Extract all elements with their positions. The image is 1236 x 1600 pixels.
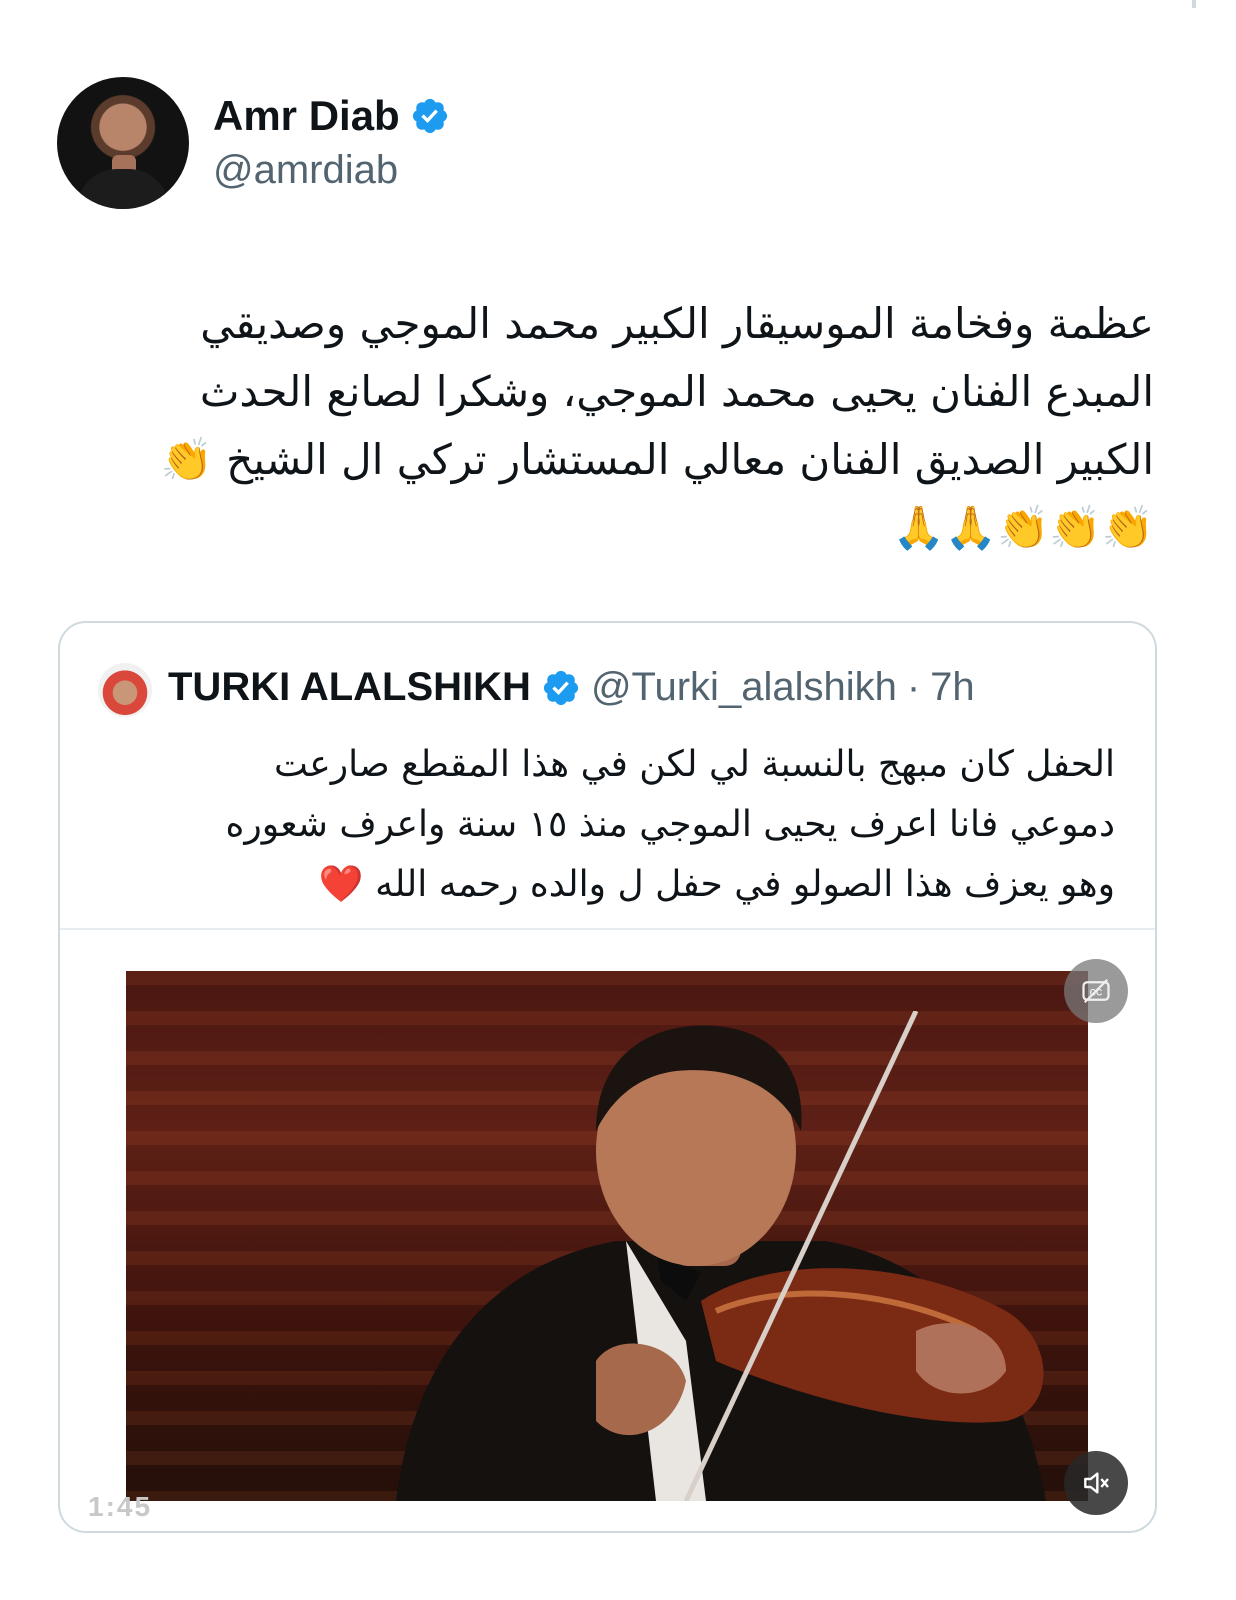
volume-muted-icon [1084, 1472, 1109, 1494]
author-name[interactable]: Amr Diab [213, 92, 400, 140]
quoted-tweet-time[interactable]: 7h [930, 665, 975, 710]
video-timer: 1:45 [88, 1491, 153, 1522]
captions-off-icon: CC [1082, 978, 1110, 1004]
author-name-row[interactable]: Amr Diab [213, 92, 450, 140]
tweet-text: عظمة وفخامة الموسيقار الكبير محمد الموجي… [74, 290, 1154, 562]
tweet-text-line: عظمة وفخامة الموسيقار الكبير محمد الموجي… [200, 299, 1154, 348]
quoted-tweet-divider [60, 928, 1155, 930]
quoted-tweet-card[interactable]: TURKI ALALSHIKH @Turki_alalshikh · 7h ال… [58, 621, 1157, 1533]
quoted-text-line: الحفل كان مبهج بالنسبة لي لكن في هذا الم… [273, 744, 1115, 785]
meta-separator: · [906, 665, 921, 709]
verified-badge-icon [543, 670, 579, 705]
quoted-author-handle[interactable]: @Turki_alalshikh [591, 665, 897, 710]
quoted-author-name[interactable]: TURKI ALALSHIKH [168, 665, 531, 710]
mute-button[interactable] [1064, 1451, 1128, 1515]
quoted-tweet-text: الحفل كان مبهج بالنسبة لي لكن في هذا الم… [75, 735, 1115, 915]
quoted-text-line: وهو يعزف هذا الصولو في حفل ل والده رحمه … [318, 864, 1115, 905]
violinist-video-frame [396, 1011, 1046, 1501]
author-avatar[interactable] [57, 77, 189, 209]
quoted-author-avatar[interactable] [98, 663, 152, 717]
video-player[interactable] [126, 971, 1088, 1501]
tweet-text-line: 👏👏👏🙏🙏 [892, 503, 1154, 552]
top-edge-mark [1192, 0, 1196, 8]
captions-off-button[interactable]: CC [1064, 959, 1128, 1023]
tweet-text-line: المبدع الفنان يحيى محمد الموجي، وشكرا لص… [199, 367, 1154, 416]
author-handle[interactable]: @amrdiab [213, 148, 398, 193]
tweet-text-line: الكبير الصديق الفنان معالي المستشار تركي… [160, 435, 1154, 484]
quoted-tweet-header: TURKI ALALSHIKH @Turki_alalshikh · 7h [168, 665, 975, 710]
verified-badge-icon [412, 98, 447, 134]
quoted-text-line: دموعي فانا اعرف يحيى الموجي منذ ١٥ سنة و… [225, 804, 1115, 845]
